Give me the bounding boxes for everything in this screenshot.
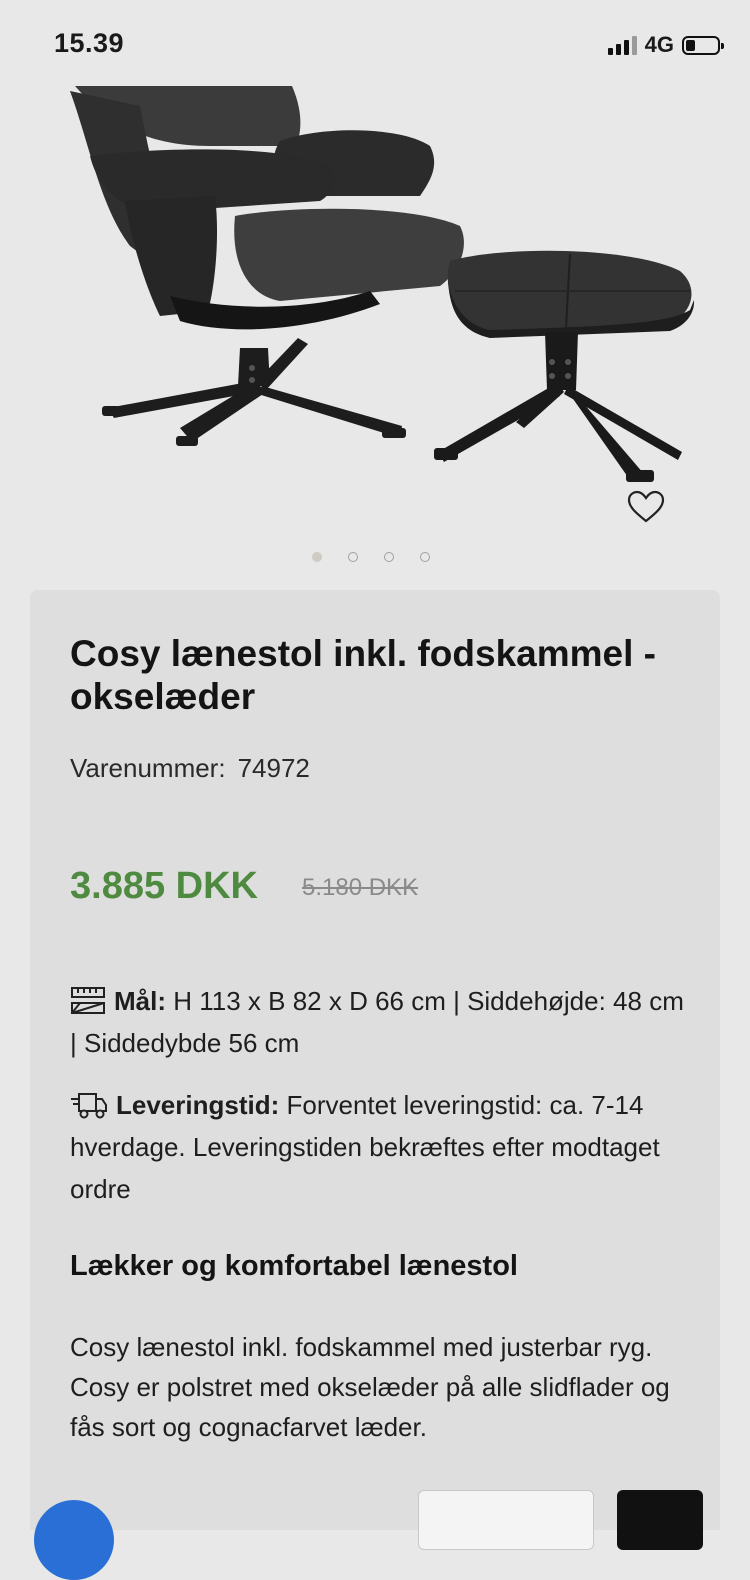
product-info-card: Cosy lænestol inkl. fodskammel - okselæd… — [30, 590, 720, 1530]
dimensions-label: Mål: — [114, 986, 166, 1016]
truck-icon — [71, 1093, 107, 1119]
battery-icon — [682, 35, 724, 55]
status-indicators: 4G — [607, 32, 724, 58]
product-description: Cosy lænestol inkl. fodskammel med juste… — [70, 1327, 690, 1447]
dimensions-spec: Mål: H 113 x B 82 x D 66 cm | Siddehøjde… — [70, 980, 690, 1064]
quantity-button[interactable] — [418, 1490, 594, 1550]
description-paragraph: Cosy lænestol inkl. fodskammel med juste… — [70, 1332, 653, 1362]
description-paragraph: Cosy er polstret med okselæder på alle s… — [70, 1372, 670, 1442]
delivery-label: Leveringstid: — [116, 1090, 280, 1120]
carousel-dot[interactable] — [348, 552, 358, 562]
delivery-spec: Leveringstid: Forventet leveringstid: ca… — [70, 1084, 690, 1210]
status-bar: 15.39 4G — [0, 0, 750, 88]
network-label: 4G — [644, 32, 674, 57]
carousel-dot[interactable] — [420, 552, 430, 562]
chat-button[interactable] — [34, 1500, 114, 1580]
product-title: Cosy lænestol inkl. fodskammel - okselæd… — [70, 633, 656, 717]
section-heading: Lækker og komfortabel lænestol — [70, 1250, 518, 1282]
product-sku: Varenummer: 74972 — [70, 753, 310, 784]
add-to-cart-button[interactable] — [617, 1490, 703, 1550]
ruler-icon — [71, 987, 105, 1014]
current-price: 3.885 DKK — [70, 865, 258, 907]
sku-label: Varenummer: — [70, 753, 226, 783]
product-image[interactable] — [30, 86, 720, 546]
signal-icon — [607, 35, 637, 55]
status-time: 15.39 — [54, 28, 125, 58]
carousel-indicator — [312, 552, 430, 562]
sku-value: 74972 — [237, 753, 310, 783]
carousel-dot[interactable] — [312, 552, 322, 562]
original-price: 5.180 DKK — [302, 874, 419, 901]
heart-icon[interactable] — [626, 489, 666, 525]
carousel-dot[interactable] — [384, 552, 394, 562]
